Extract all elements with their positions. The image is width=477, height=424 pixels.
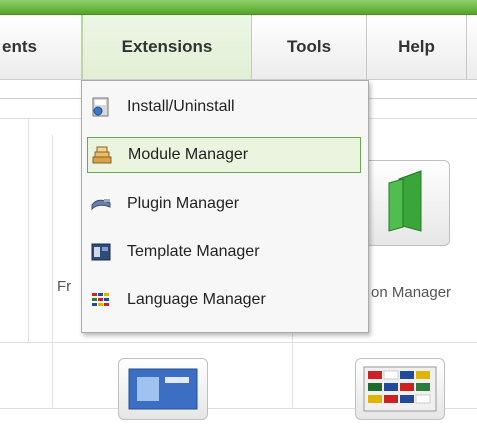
panel-label-right: on Manager <box>371 284 452 301</box>
template-icon <box>91 243 111 261</box>
menu-item-tools[interactable]: Tools <box>252 15 367 79</box>
media-manager-icon[interactable] <box>118 358 208 420</box>
menu-item-module-manager[interactable]: Module Manager <box>87 137 361 173</box>
extension-manager-icon[interactable] <box>358 160 450 246</box>
language-icon <box>92 293 109 306</box>
plugin-icon <box>91 199 111 211</box>
menu-item-help[interactable]: Help <box>367 15 467 79</box>
extensions-dropdown: Install/Uninstall Module Manager Plugin … <box>81 80 369 333</box>
menu-item-language-manager[interactable]: Language Manager <box>87 282 361 318</box>
language-flags-icon[interactable] <box>355 358 445 420</box>
module-icon <box>92 146 112 164</box>
menu-item-extensions[interactable]: Extensions <box>82 15 252 79</box>
menu-item-module-manager-label: Module Manager <box>128 146 249 163</box>
menu-item-help-label: Help <box>398 37 435 56</box>
menu-item-template-manager[interactable]: Template Manager <box>87 234 361 270</box>
menu-item-components-label: ents <box>2 37 37 56</box>
panel-label-left: Fr <box>57 278 72 295</box>
menu-item-plugin-manager[interactable]: Plugin Manager <box>87 186 361 222</box>
menu-item-extensions-label: Extensions <box>121 37 213 56</box>
menu-item-install-uninstall[interactable]: Install/Uninstall <box>87 89 361 125</box>
menu-item-install-uninstall-label: Install/Uninstall <box>127 98 235 115</box>
panel-divider <box>28 118 29 343</box>
install-icon <box>92 97 109 117</box>
menu-item-components[interactable]: ents <box>0 15 82 79</box>
panel-divider <box>0 342 477 343</box>
menu-item-plugin-manager-label: Plugin Manager <box>127 195 240 212</box>
menu-item-language-manager-label: Language Manager <box>127 291 266 308</box>
menu-item-tools-label: Tools <box>286 37 332 56</box>
top-green-bar <box>0 0 477 15</box>
panel-divider <box>52 135 53 407</box>
menu-item-template-manager-label: Template Manager <box>127 243 260 260</box>
